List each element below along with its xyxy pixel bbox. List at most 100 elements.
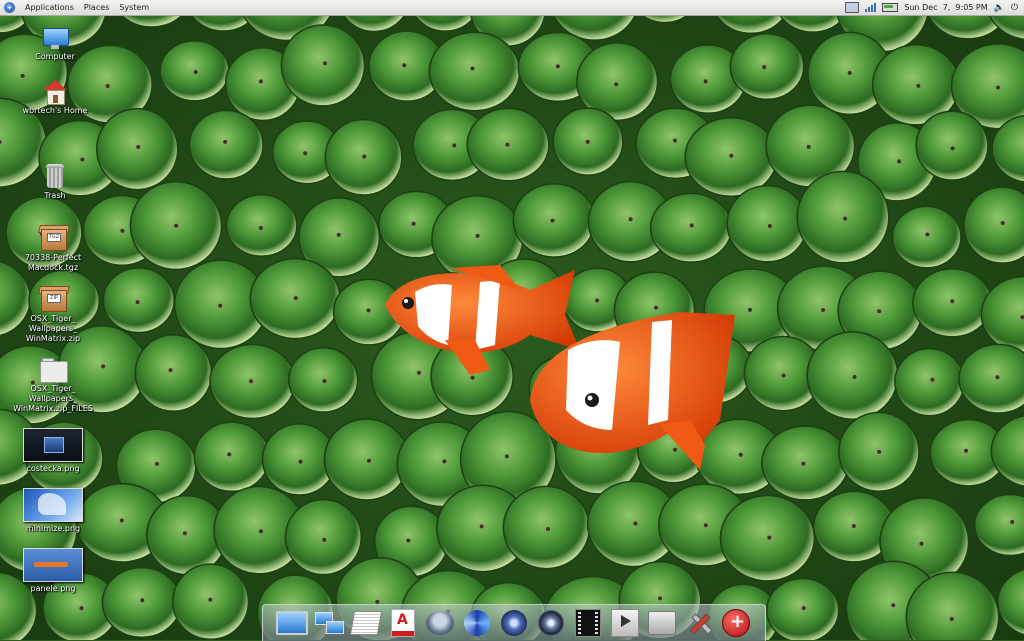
anemone-mouth	[169, 368, 173, 372]
dock-item-documents[interactable]	[350, 608, 382, 638]
anemone-mouth	[950, 617, 954, 621]
anemone-mouth	[155, 462, 159, 466]
anemone-mouth	[877, 450, 881, 454]
anemone-mouth	[556, 64, 560, 68]
anemone-mouth	[227, 452, 231, 456]
anemone-mouth	[782, 373, 786, 377]
desktop-icon-label: wbrtech's Home	[23, 106, 88, 116]
top-panel: ✦ Applications Places System Sun Dec 7, …	[0, 0, 1024, 16]
anemone-mouth	[299, 460, 303, 464]
dock-item-swirl[interactable]	[461, 608, 493, 638]
dock-item-media-player[interactable]	[609, 608, 641, 638]
anemone-bubble	[189, 111, 263, 179]
anemone-mouth	[322, 379, 326, 383]
desktop-icon-label: panele.png	[31, 584, 76, 594]
battery-icon[interactable]	[882, 3, 898, 12]
anemone-mouth	[259, 79, 263, 83]
dock-item-network[interactable]	[313, 608, 345, 638]
dock-item-computer[interactable]	[276, 608, 308, 638]
folder-icon	[40, 358, 66, 382]
desktop-icon-costecka[interactable]: costecka.png	[8, 428, 98, 474]
drive-icon	[648, 611, 676, 635]
anemone-mouth	[930, 378, 934, 382]
desktop-icon-label: OSX_Tiger_ Wallpapers_ WinMatrix.zip	[26, 314, 80, 344]
anemone-mouth	[739, 453, 743, 457]
anemone-mouth	[476, 234, 480, 238]
anemone-mouth	[106, 84, 110, 88]
desktop-icon-trash[interactable]: Trash	[10, 163, 100, 201]
places-menu[interactable]: Places	[84, 3, 109, 12]
anemone-bubble	[285, 500, 361, 575]
desktop-icon-label: costecka.png	[26, 464, 79, 474]
dock-item-speaker[interactable]	[498, 608, 530, 638]
anemone-mouth	[704, 79, 708, 83]
anemone-mouth	[729, 154, 733, 158]
volume-icon[interactable]: 🔈	[994, 3, 1005, 13]
anemone-mouth	[673, 138, 677, 142]
distro-logo-icon[interactable]: ✦	[4, 2, 15, 13]
anemone-mouth	[852, 375, 856, 379]
anemone-bubble	[226, 195, 296, 256]
anemone-bubble	[135, 335, 211, 411]
applications-menu[interactable]: Applications	[25, 3, 74, 12]
signal-strength-icon[interactable]	[865, 3, 876, 12]
dock-item-sound[interactable]	[535, 608, 567, 638]
power-icon[interactable]: ⏻	[1011, 3, 1018, 13]
desktop-icon-minimize[interactable]: minimize.png	[8, 488, 98, 534]
desktop-icon-computer[interactable]: Computer	[10, 28, 100, 62]
anemone-bubble	[807, 332, 898, 419]
clock[interactable]: Sun Dec 7, 9:05 PM	[904, 3, 987, 12]
anemone-mouth	[950, 299, 954, 303]
dock-item-pdf-reader[interactable]	[387, 608, 419, 638]
anemone-mouth	[595, 298, 599, 302]
image-thumbnail	[23, 428, 83, 462]
anemone-mouth	[762, 65, 766, 69]
anemone-mouth	[249, 379, 253, 383]
anemone-mouth	[629, 217, 633, 221]
image-thumbnail	[23, 548, 83, 582]
anemone-mouth	[586, 140, 590, 144]
dock-item-film[interactable]	[572, 608, 604, 638]
anemone-mouth	[367, 459, 371, 463]
anemone-mouth	[768, 224, 772, 228]
desktop-icon-macdock-archive[interactable]: TGZ 70338-Perfect Macdock.tgz	[8, 223, 98, 273]
anemone-bubble	[194, 422, 269, 491]
dock-item-add-ons[interactable]	[720, 608, 752, 638]
anemone-mouth	[614, 82, 618, 86]
anemone-mouth	[259, 529, 263, 533]
dock-item-bowl[interactable]	[424, 608, 456, 638]
desktop-icon-wallpapers-folder[interactable]: OSX_Tiger_ Wallpapers_ WinMatrix.zip_FIL…	[8, 358, 98, 414]
monitor-icon	[276, 611, 308, 635]
anemone-mouth	[442, 459, 446, 463]
desktop-icon-wallpapers-zip[interactable]: ZIP OSX_Tiger_ Wallpapers_ WinMatrix.zip	[8, 284, 98, 344]
archive-icon: ZIP	[39, 284, 67, 312]
anemone-bubble	[916, 111, 988, 180]
anemone-mouth	[259, 226, 263, 230]
anemone-mouth	[417, 371, 421, 375]
anemone-mouth	[951, 146, 955, 150]
anemone-mouth	[690, 223, 694, 227]
anemone-mouth	[852, 524, 856, 528]
anemone-mouth	[323, 61, 327, 65]
anemone-mouth	[505, 143, 509, 147]
add-ons-icon	[722, 609, 750, 637]
dock-item-drive[interactable]	[646, 608, 678, 638]
display-icon[interactable]	[845, 2, 859, 13]
anemone-bubble	[998, 568, 1024, 636]
network-icon	[315, 612, 343, 634]
anemone-bubble	[964, 187, 1024, 263]
anemone-mouth	[546, 527, 550, 531]
panel-menu-bar: ✦ Applications Places System	[4, 2, 149, 13]
home-folder-icon	[43, 80, 67, 104]
desktop-icon-home[interactable]: wbrtech's Home	[10, 80, 100, 116]
anemone-mouth	[821, 308, 825, 312]
dock-item-tools[interactable]	[683, 608, 715, 638]
anemone-mouth	[1010, 520, 1014, 524]
anemone-mouth	[748, 308, 752, 312]
anemone-mouth	[654, 306, 658, 310]
anemone-mouth	[995, 375, 999, 379]
system-menu[interactable]: System	[119, 3, 149, 12]
anemone-mouth	[843, 217, 847, 221]
desktop-icon-panele[interactable]: panele.png	[8, 548, 98, 594]
media-player-icon	[611, 609, 639, 637]
